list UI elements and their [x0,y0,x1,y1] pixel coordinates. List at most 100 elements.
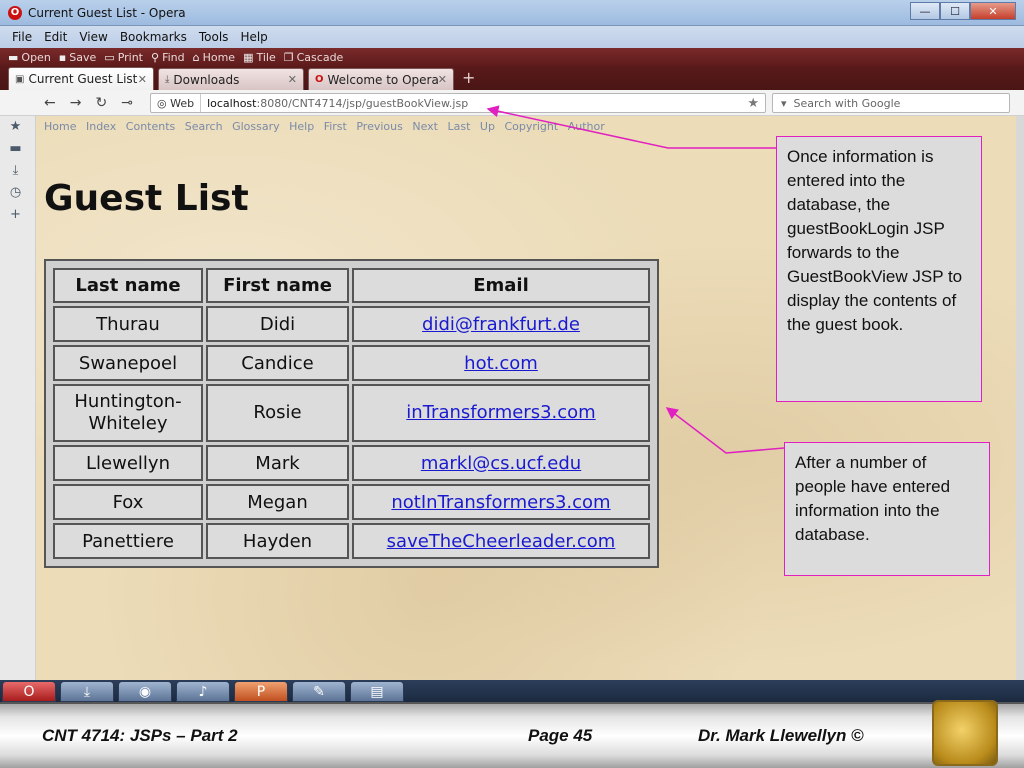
menu-edit[interactable]: Edit [44,30,67,44]
opera-taskbar-icon[interactable]: O [2,681,56,702]
close-button[interactable]: ✕ [970,2,1016,20]
download-icon: ⤓ [165,74,170,85]
cascade-icon: ❐ [283,50,294,64]
web-badge[interactable]: ◎ Web [151,94,202,112]
footer-page-number: Page 45 [528,726,593,745]
bookmark-star-icon[interactable]: ★ [747,96,759,111]
email-link[interactable]: notInTransformers3.com [391,492,610,513]
cell-email: saveTheCheerleader.com [352,523,650,559]
email-link[interactable]: saveTheCheerleader.com [387,531,616,552]
cell-last-name: Llewellyn [53,445,203,481]
navlink-index[interactable]: Index [86,120,116,133]
cell-email: markl@cs.ucf.edu [352,445,650,481]
navlink-contents[interactable]: Contents [126,120,175,133]
cell-last-name: Panettiere [53,523,203,559]
address-field[interactable]: ◎ Web localhost:8080/CNT4714/jsp/guestBo… [150,93,766,113]
column-header-email: Email [352,268,650,303]
save-button[interactable]: ▪ Save [59,51,96,64]
email-link[interactable]: didi@frankfurt.de [422,314,580,335]
navlink-help[interactable]: Help [289,120,314,133]
cascade-button[interactable]: ❐ Cascade [284,51,344,64]
cell-first-name: Candice [206,345,349,381]
bookmarks-star-icon[interactable]: ★ [0,116,35,138]
side-panel: ★ ▬ ⤓ ◷ + [0,116,36,680]
table-row: Swanepoel Candice hot.com [53,345,650,381]
new-tab-icon[interactable]: + [462,68,475,87]
email-link[interactable]: markl@cs.ucf.edu [421,453,581,474]
url-text[interactable]: localhost:8080/CNT4714/jsp/guestBookView… [207,97,468,110]
forward-icon[interactable]: → [70,95,82,111]
powerpoint-taskbar-icon[interactable]: P [234,681,288,702]
cell-email: didi@frankfurt.de [352,306,650,342]
email-link[interactable]: hot.com [464,353,538,374]
column-header-first-name: First name [206,268,349,303]
menu-file[interactable]: File [12,30,32,44]
menu-help[interactable]: Help [240,30,267,44]
tile-button[interactable]: ▦ Tile [243,51,276,64]
paint-taskbar-icon[interactable]: ✎ [292,681,346,702]
menu-tools[interactable]: Tools [199,30,229,44]
tab-current-guest-list[interactable]: ▣ Current Guest List ✕ [8,67,154,90]
cell-email: inTransformers3.com [352,384,650,442]
cell-first-name: Megan [206,484,349,520]
menu-view[interactable]: View [79,30,107,44]
navlink-home[interactable]: Home [44,120,76,133]
navlink-first[interactable]: First [324,120,347,133]
reload-icon[interactable]: ↻ [95,95,107,111]
cell-last-name: Thurau [53,306,203,342]
window-controls: — ☐ ✕ [910,2,1016,20]
navlink-copyright[interactable]: Copyright [504,120,558,133]
open-label: Open [21,50,51,64]
page-icon: ▣ [15,73,25,85]
navlink-last[interactable]: Last [447,120,470,133]
close-tab-icon[interactable]: ✕ [288,73,297,86]
navlink-search[interactable]: Search [185,120,223,133]
vertical-scrollbar[interactable] [1016,116,1024,680]
explorer-taskbar-icon[interactable]: ▤ [350,681,404,702]
download-taskbar-icon[interactable]: ⤓ [60,681,114,702]
search-placeholder: Search with Google [793,96,901,110]
downloads-icon[interactable]: ⤓ [0,160,35,182]
page-title: Guest List [44,178,249,219]
table-row: Huntington-Whiteley Rosie inTransformers… [53,384,650,442]
home-button[interactable]: ⌂ Home [193,51,235,64]
media-player-taskbar-icon[interactable]: ♪ [176,681,230,702]
tab-downloads[interactable]: ⤓ Downloads ✕ [158,68,304,90]
navlink-next[interactable]: Next [412,120,438,133]
notes-icon[interactable]: ▬ [0,138,35,160]
history-icon[interactable]: ◷ [0,182,35,204]
cell-first-name: Rosie [206,384,349,442]
print-button[interactable]: ▭ Print [104,51,143,64]
cell-first-name: Hayden [206,523,349,559]
key-icon[interactable]: ⊸ [121,95,133,111]
footer-author: Dr. Mark Llewellyn © [698,726,864,745]
navigation-links: Home Index Contents Search Glossary Help… [44,120,611,133]
email-link[interactable]: inTransformers3.com [406,402,595,423]
maximize-button[interactable]: ☐ [940,2,970,20]
search-engine-dropdown-icon[interactable]: ▾ [781,97,794,110]
navlink-up[interactable]: Up [480,120,495,133]
browser-taskbar-icon[interactable]: ◉ [118,681,172,702]
search-input[interactable]: ▾ Search with Google [772,93,1010,113]
find-button[interactable]: ⚲ Find [151,51,185,64]
cell-first-name: Didi [206,306,349,342]
web-badge-label: Web [170,96,195,110]
cell-first-name: Mark [206,445,349,481]
close-tab-icon[interactable]: ✕ [138,73,147,86]
navlink-author[interactable]: Author [568,120,605,133]
navlink-glossary[interactable]: Glossary [232,120,280,133]
add-panel-icon[interactable]: + [0,204,35,226]
cell-last-name: Huntington-Whiteley [53,384,203,442]
menu-bookmarks[interactable]: Bookmarks [120,30,187,44]
table-header-row: Last name First name Email [53,268,650,303]
print-label: Print [117,50,143,64]
tab-welcome-to-opera[interactable]: O Welcome to Opera ✕ [308,68,454,90]
close-tab-icon[interactable]: ✕ [438,73,447,86]
navlink-previous[interactable]: Previous [356,120,403,133]
table-row: Panettiere Hayden saveTheCheerleader.com [53,523,650,559]
back-icon[interactable]: ← [44,95,56,111]
minimize-button[interactable]: — [910,2,940,20]
open-button[interactable]: ▬ Open [8,51,51,64]
annotation-forwarding-note: Once information is entered into the dat… [776,136,982,402]
table-row: Llewellyn Mark markl@cs.ucf.edu [53,445,650,481]
